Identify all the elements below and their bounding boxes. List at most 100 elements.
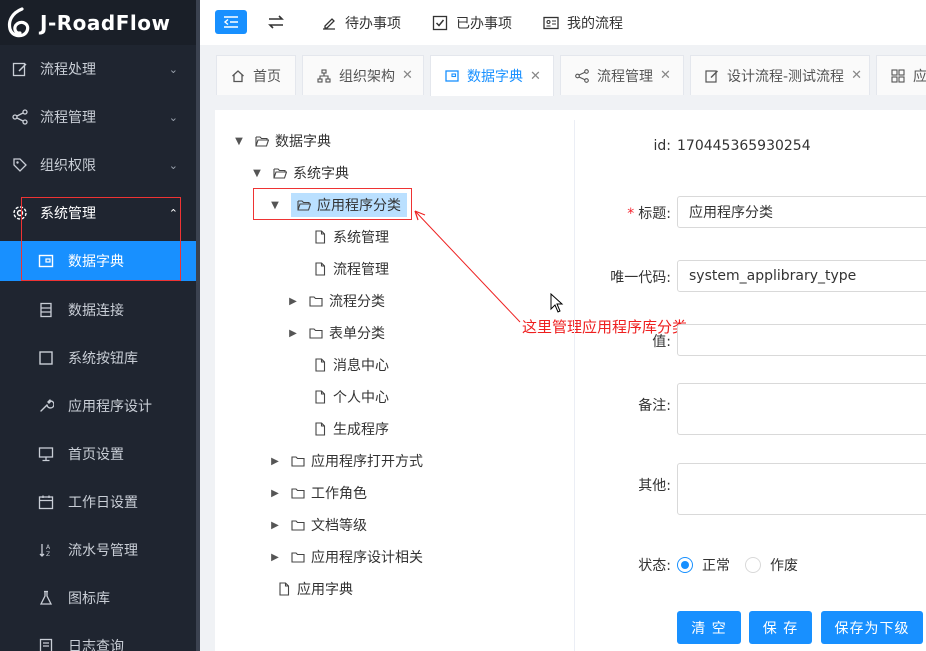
annotation-highlight-box [253, 188, 412, 220]
tab-org-structure[interactable]: 组织架构 ✕ [302, 55, 424, 95]
sidebar-item-label: 图标库 [68, 591, 110, 607]
file-icon [315, 358, 326, 372]
tree-node-label: 系统字典 [293, 166, 349, 182]
todo-label: 待办事项 [345, 16, 401, 32]
tab-label: 设计流程-测试流程 [727, 68, 845, 85]
caret-right-icon[interactable]: ▶ [269, 488, 281, 499]
caret-right-icon[interactable]: ▶ [287, 328, 299, 339]
refresh-tab-button[interactable] [266, 12, 286, 32]
sidebar-item-home-settings[interactable]: 首页设置 [0, 430, 196, 478]
menu-group-process-management[interactable]: 流程管理 ⌄ [0, 93, 196, 141]
sidebar-item-system-buttons[interactable]: 系统按钮库 [0, 334, 196, 382]
radio-checked-icon [677, 557, 693, 573]
sidebar-item-log-query[interactable]: 日志查询 [0, 622, 196, 651]
app-name: J-RoadFlow [40, 10, 171, 35]
swap-icon [268, 15, 284, 29]
tree-node-folder[interactable]: ▶ 文档等级 [269, 513, 367, 537]
sidebar-item-icon-library[interactable]: 图标库 [0, 574, 196, 622]
menu-group-process-handling[interactable]: 流程处理 ⌄ [0, 45, 196, 93]
tab-app[interactable]: 应 [876, 55, 926, 95]
tree-node-label: 个人中心 [333, 390, 389, 406]
tree-node-folder[interactable]: ▶ 流程分类 [287, 289, 385, 313]
tab-label: 组织架构 [339, 68, 395, 85]
caret-right-icon[interactable]: ▶ [287, 296, 299, 307]
file-icon [315, 422, 326, 436]
my-process-link[interactable]: 我的流程 [543, 13, 623, 33]
title-label-text: 标题: [638, 206, 671, 222]
tree-node-leaf[interactable]: 系统管理 [313, 225, 389, 249]
clear-button[interactable]: 清 空 [677, 611, 741, 644]
id-value: 170445365930254 [677, 138, 811, 154]
tree-node-label: 系统管理 [333, 230, 389, 246]
caret-down-icon[interactable]: ▼ [251, 168, 263, 179]
sidebar-item-serial-number[interactable]: AZ 流水号管理 [0, 526, 196, 574]
done-link[interactable]: 已办事项 [432, 13, 512, 33]
chevron-down-icon: ⌄ [168, 158, 178, 172]
folder-icon [291, 520, 305, 531]
tab-data-dictionary[interactable]: 数据字典 ✕ [430, 55, 554, 96]
sidebar-scrollbar[interactable] [196, 0, 200, 651]
tab-process-management[interactable]: 流程管理 ✕ [560, 55, 684, 95]
code-label: 唯一代码: [610, 270, 671, 286]
folder-icon [309, 296, 323, 307]
caret-right-icon[interactable]: ▶ [269, 520, 281, 531]
tree-node-leaf[interactable]: 消息中心 [313, 353, 389, 377]
tree-node-leaf[interactable]: 应用字典 [277, 577, 353, 601]
value-input[interactable] [677, 324, 926, 356]
save-as-child-button[interactable]: 保存为下级 [821, 611, 923, 644]
title-input[interactable]: 应用程序分类 [677, 196, 926, 228]
caret-right-icon[interactable]: ▶ [269, 456, 281, 467]
menu-group-label: 流程处理 [40, 62, 96, 78]
other-label: 其他: [638, 478, 671, 494]
remark-textarea[interactable] [677, 383, 926, 435]
tree-node-label: 应用程序打开方式 [311, 454, 423, 470]
tree-node-root[interactable]: ▼ 数据字典 [233, 129, 331, 153]
tree-node-folder[interactable]: ▶ 工作角色 [269, 481, 367, 505]
folder-icon [309, 328, 323, 339]
todo-link[interactable]: 待办事项 [321, 13, 401, 33]
tree-node-leaf[interactable]: 流程管理 [313, 257, 389, 281]
close-icon[interactable]: ✕ [530, 69, 541, 84]
tree-node-folder[interactable]: ▶ 应用程序设计相关 [269, 545, 423, 569]
home-icon [232, 69, 244, 82]
sidebar-item-label: 工作日设置 [68, 495, 138, 511]
status-radio-normal[interactable]: 正常 [677, 555, 730, 575]
annotation-highlight-box [21, 197, 181, 281]
title-label: * 标题: [627, 206, 671, 222]
tree-node-system-dict[interactable]: ▼ 系统字典 [251, 161, 349, 185]
sidebar-item-label: 系统按钮库 [68, 351, 138, 367]
database-icon [38, 302, 54, 318]
sidebar-item-workday-settings[interactable]: 工作日设置 [0, 478, 196, 526]
tree-node-leaf[interactable]: 个人中心 [313, 385, 389, 409]
caret-down-icon[interactable]: ▼ [233, 136, 245, 147]
tab-design-process[interactable]: 设计流程-测试流程 ✕ [690, 55, 870, 95]
close-icon[interactable]: ✕ [851, 68, 862, 83]
sidebar-item-data-connection[interactable]: 数据连接 [0, 286, 196, 334]
app-logo[interactable]: J-RoadFlow [0, 0, 196, 45]
caret-right-icon[interactable]: ▶ [269, 552, 281, 563]
edit-icon [705, 69, 718, 83]
folder-open-icon [255, 136, 269, 147]
tag-icon [12, 157, 28, 173]
code-input[interactable]: system_applibrary_type [677, 260, 926, 292]
sidebar-item-app-design[interactable]: 应用程序设计 [0, 382, 196, 430]
tree-node-folder[interactable]: ▶ 应用程序打开方式 [269, 449, 423, 473]
close-icon[interactable]: ✕ [660, 68, 671, 83]
tab-label: 应 [913, 68, 926, 85]
edit-icon [12, 61, 28, 77]
tab-home[interactable]: 首页 [216, 55, 296, 95]
close-icon[interactable]: ✕ [402, 68, 413, 83]
tree-node-leaf[interactable]: 生成程序 [313, 417, 389, 441]
radio-label: 作废 [770, 558, 798, 574]
file-icon [315, 390, 326, 404]
grid-icon [891, 68, 905, 83]
sidebar: J-RoadFlow 流程处理 ⌄ 流程管理 ⌄ 组织权限 ⌄ 系统管理 ⌃ 数… [0, 0, 196, 651]
tree-node-label: 生成程序 [333, 422, 389, 438]
collapse-sidebar-button[interactable] [215, 10, 247, 34]
status-radio-void[interactable]: 作废 [745, 555, 798, 575]
other-textarea[interactable] [677, 463, 926, 515]
menu-group-org-permissions[interactable]: 组织权限 ⌄ [0, 141, 196, 189]
save-button[interactable]: 保 存 [749, 611, 812, 644]
tree-node-folder[interactable]: ▶ 表单分类 [287, 321, 385, 345]
tree-node-label: 数据字典 [275, 134, 331, 150]
